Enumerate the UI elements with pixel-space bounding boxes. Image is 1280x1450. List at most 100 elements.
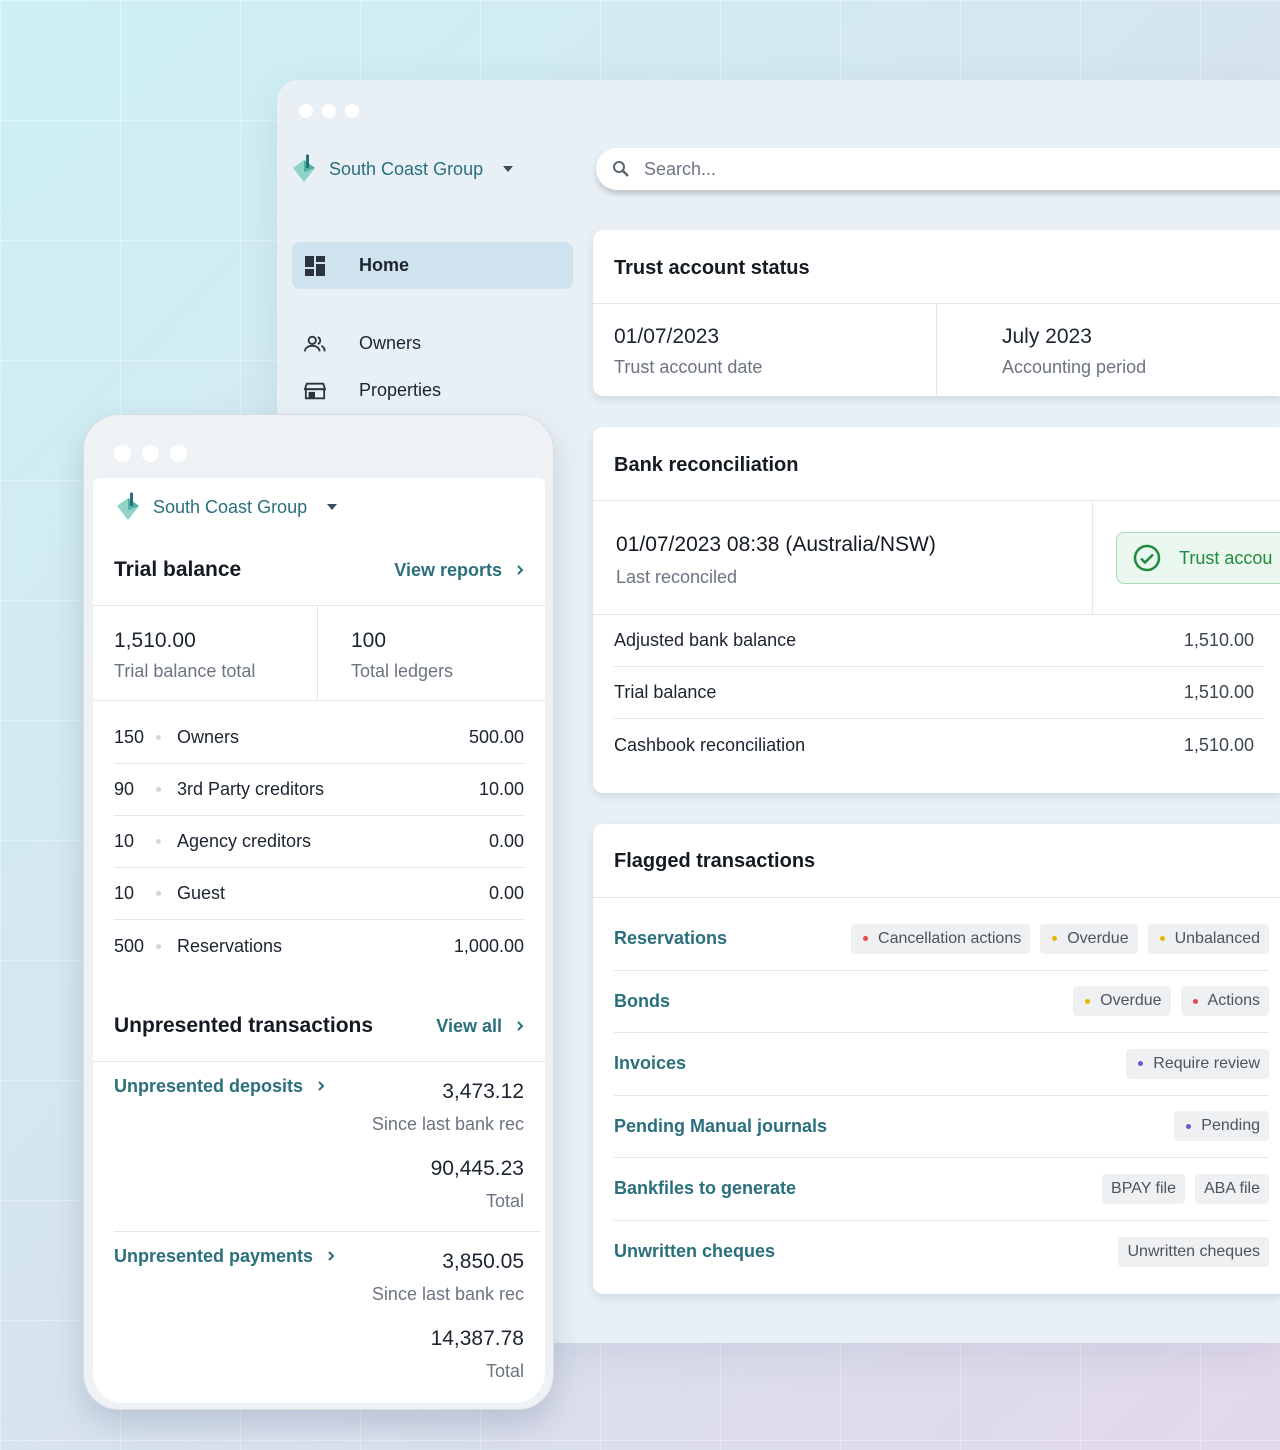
window-controls — [299, 104, 359, 118]
status-tag[interactable]: Overdue — [1073, 986, 1171, 1017]
status-dot-icon — [1159, 936, 1165, 942]
status-dot-icon — [863, 936, 869, 942]
ledger-amount: 10.00 — [478, 779, 524, 799]
trial-balance-header: Trial balance View reports — [114, 558, 524, 582]
since-label: Since last bank rec — [371, 1114, 524, 1134]
link-label: Unpresented payments — [114, 1246, 314, 1266]
row-value: 1,510.00 — [1183, 630, 1254, 650]
unpresented-payments: Unpresented payments 3,850.05 Since last… — [114, 1246, 524, 1396]
ledger-amount: 1,000.00 — [453, 935, 524, 956]
status-tag[interactable]: Require review — [1126, 1048, 1269, 1079]
trial-balance-total-stat: 1,510.00 Trial balance total — [114, 629, 255, 682]
total-label: Total — [485, 1361, 524, 1381]
people-icon — [304, 333, 326, 355]
window-dot — [345, 104, 359, 118]
tag-group: Overdue Actions — [1073, 986, 1269, 1017]
unpresented-payments-link[interactable]: Unpresented payments — [114, 1246, 335, 1267]
list-item: Adjusted bank balance 1,510.00 — [614, 615, 1264, 667]
org-switcher[interactable]: South Coast Group — [115, 492, 338, 522]
status-tag[interactable]: Pending — [1174, 1111, 1269, 1142]
logo-icon — [291, 154, 317, 184]
chevron-right-icon — [327, 1246, 335, 1267]
chevron-down-icon — [327, 504, 338, 510]
bullet-icon — [156, 735, 161, 740]
amounts: 3,850.05 Since last bank rec 14,387.78 T… — [372, 1250, 524, 1382]
row-label: Cashbook reconciliation — [614, 734, 806, 755]
total-value: 14,387.78 — [430, 1327, 524, 1350]
tag-label: ABA file — [1203, 1179, 1260, 1197]
flagged-category-link[interactable]: Reservations — [614, 928, 727, 949]
stat-value: July 2023 — [1002, 325, 1092, 348]
list-item: Cashbook reconciliation 1,510.00 — [614, 719, 1264, 771]
since-label: Since last bank rec — [371, 1284, 524, 1304]
link-label: View all — [436, 1015, 502, 1036]
tag-label: Overdue — [1067, 929, 1129, 947]
search-bar[interactable]: Search... — [596, 148, 1280, 190]
ledger-amount: 500.00 — [468, 727, 524, 747]
status-dot-icon — [1186, 1123, 1192, 1129]
bank-reconciliation-card: Bank reconciliation 01/07/2023 08:38 (Au… — [593, 427, 1280, 793]
flagged-category-link[interactable]: Invoices — [614, 1053, 686, 1074]
since-value: 3,473.12 — [442, 1080, 524, 1103]
status-tag[interactable]: Cancellation actions — [851, 923, 1031, 954]
logo-icon — [115, 492, 141, 522]
status-tag[interactable]: Unbalanced — [1147, 923, 1269, 954]
status-tag[interactable]: ABA file — [1194, 1173, 1269, 1204]
tag-group: Require review — [1126, 1048, 1269, 1079]
ledger-code: 90 — [114, 779, 135, 799]
status-tag[interactable]: Overdue — [1040, 923, 1138, 954]
tag-label: Unwritten cheques — [1127, 1242, 1260, 1260]
unpresented-deposits-link[interactable]: Unpresented deposits — [114, 1076, 325, 1097]
flagged-category-link[interactable]: Bankfiles to generate — [614, 1178, 796, 1199]
link-label: View reports — [394, 559, 502, 580]
flagged-category-link[interactable]: Unwritten cheques — [614, 1241, 775, 1262]
stat-value: 100 — [351, 629, 387, 652]
mobile-window: South Coast Group Trial balance View rep… — [83, 414, 554, 1410]
bank-balance-list: Adjusted bank balance 1,510.00 Trial bala… — [614, 615, 1264, 771]
ledger-amount: 0.00 — [488, 883, 524, 903]
search-icon — [612, 160, 630, 178]
sidebar-item-owners[interactable]: Owners — [292, 320, 573, 367]
flagged-category-link[interactable]: Bonds — [614, 991, 670, 1012]
mobile-screen: South Coast Group Trial balance View rep… — [93, 478, 545, 1403]
flagged-row: Reservations Cancellation actions Overdue U… — [614, 908, 1269, 971]
ledger-row[interactable]: 10 Agency creditors 0.00 — [114, 816, 524, 868]
ledger-row[interactable]: 90 3rd Party creditors 10.00 — [114, 764, 524, 816]
flagged-transactions-card: Flagged transactions Reservations Cancell… — [593, 824, 1280, 1294]
tag-label: Pending — [1201, 1117, 1260, 1135]
divider — [114, 1231, 541, 1232]
status-tag[interactable]: BPAY file — [1102, 1173, 1185, 1204]
status-tag[interactable]: Actions — [1180, 986, 1269, 1017]
ledger-row[interactable]: 500 Reservations 1,000.00 — [114, 920, 524, 972]
flagged-category-link[interactable]: Pending Manual journals — [614, 1116, 827, 1137]
ledger-name: 3rd Party creditors — [177, 779, 325, 799]
window-dot — [299, 104, 313, 118]
ledger-row[interactable]: 10 Guest 0.00 — [114, 868, 524, 920]
flagged-list: Reservations Cancellation actions Overdue U… — [614, 908, 1269, 1283]
view-reports-link[interactable]: View reports — [394, 560, 524, 581]
bullet-icon — [156, 787, 161, 792]
search-input[interactable]: Search... — [644, 159, 716, 180]
chevron-right-icon — [317, 1076, 325, 1097]
unpresented-header: Unpresented transactions View all — [114, 1014, 524, 1038]
ledger-amount: 0.00 — [488, 831, 524, 851]
sidebar-item-home[interactable]: Home — [292, 242, 573, 289]
view-all-link[interactable]: View all — [436, 1016, 524, 1037]
window-dot — [322, 104, 336, 118]
sidebar-item-label: Properties — [359, 380, 442, 400]
chevron-right-icon — [516, 1016, 524, 1037]
status-tag[interactable]: Unwritten cheques — [1118, 1236, 1269, 1267]
ledger-row[interactable]: 150 Owners 500.00 — [114, 712, 524, 764]
sidebar-item-label: Owners — [359, 333, 422, 353]
sidebar-nav: Home Owners Properties — [292, 242, 573, 414]
org-switcher[interactable]: South Coast Group — [291, 154, 514, 184]
stat-value: 1,510.00 — [114, 629, 196, 652]
window-dot — [142, 445, 159, 462]
tag-group: Cancellation actions Overdue Unbalanced — [851, 923, 1269, 954]
bullet-icon — [156, 839, 161, 844]
tag-label: Overdue — [1100, 992, 1162, 1010]
divider — [93, 700, 545, 701]
list-item: Trial balance 1,510.00 — [614, 667, 1264, 719]
sidebar-item-properties[interactable]: Properties — [292, 367, 573, 414]
ledger-code: 150 — [114, 727, 145, 747]
